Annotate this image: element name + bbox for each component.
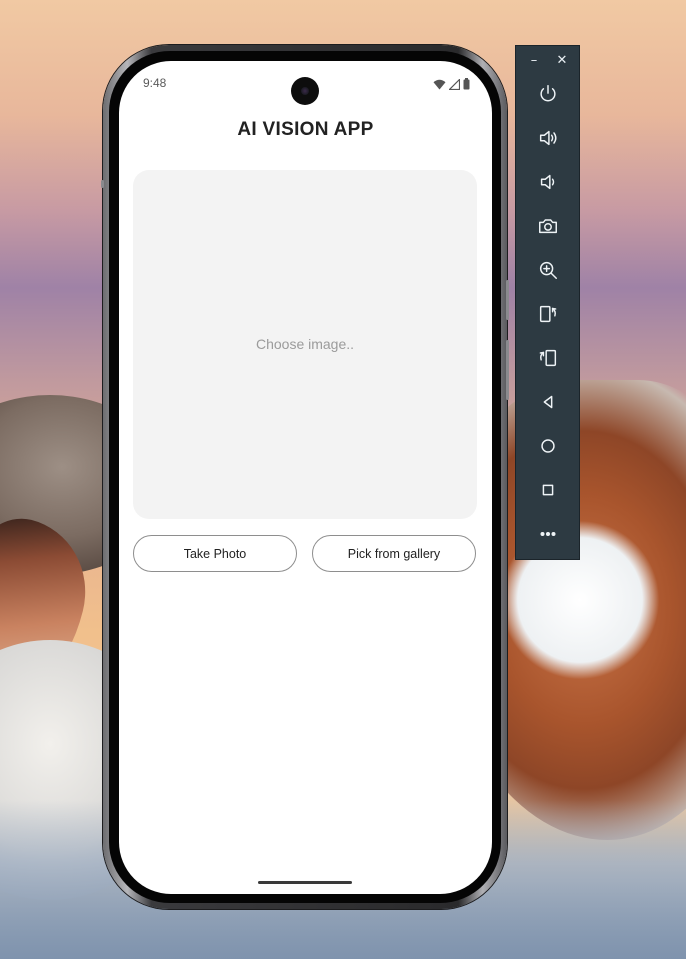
app-title: AI VISION APP [237, 119, 374, 140]
volume-down-button[interactable] [532, 166, 564, 198]
camera-lens [301, 87, 309, 95]
more-icon [540, 531, 556, 537]
screenshot-button[interactable] [532, 210, 564, 242]
image-preview-area: Choose image.. [133, 170, 477, 519]
zoom-in-icon [539, 261, 557, 279]
phone-side-button [506, 280, 509, 320]
back-button[interactable] [532, 386, 564, 418]
home-button[interactable] [532, 430, 564, 462]
volume-up-button[interactable] [532, 122, 564, 154]
status-icons [433, 78, 470, 90]
front-camera [291, 77, 319, 105]
power-button[interactable] [532, 78, 564, 110]
emulator-toolbar: – ✕ [515, 45, 580, 560]
more-button[interactable] [532, 518, 564, 550]
rotate-right-icon [539, 349, 557, 367]
image-placeholder-text: Choose image.. [255, 336, 355, 352]
close-button[interactable]: ✕ [554, 52, 570, 68]
zoom-button[interactable] [532, 254, 564, 286]
battery-icon [463, 78, 470, 90]
overview-button[interactable] [532, 474, 564, 506]
phone-screen: 9:48 AI VISION APP Choose image.. Take P… [119, 61, 492, 894]
rotate-left-button[interactable] [532, 298, 564, 330]
rotate-right-button[interactable] [532, 342, 564, 374]
camera-icon [539, 219, 557, 234]
cellular-signal-icon [449, 78, 460, 90]
pick-from-gallery-button[interactable]: Pick from gallery [312, 535, 476, 572]
phone-side-button [506, 340, 509, 400]
home-icon [541, 439, 555, 453]
phone-side-button [101, 180, 104, 188]
volume-up-icon [539, 130, 557, 146]
take-photo-button[interactable]: Take Photo [133, 535, 297, 572]
rotate-left-icon [539, 305, 557, 323]
status-time: 9:48 [143, 76, 167, 90]
gesture-home-indicator[interactable] [258, 881, 352, 884]
power-icon [540, 85, 556, 102]
back-icon [543, 395, 553, 409]
minimize-button[interactable]: – [526, 52, 542, 68]
volume-down-icon [540, 174, 555, 190]
overview-icon [542, 484, 554, 496]
wifi-icon [433, 79, 446, 89]
